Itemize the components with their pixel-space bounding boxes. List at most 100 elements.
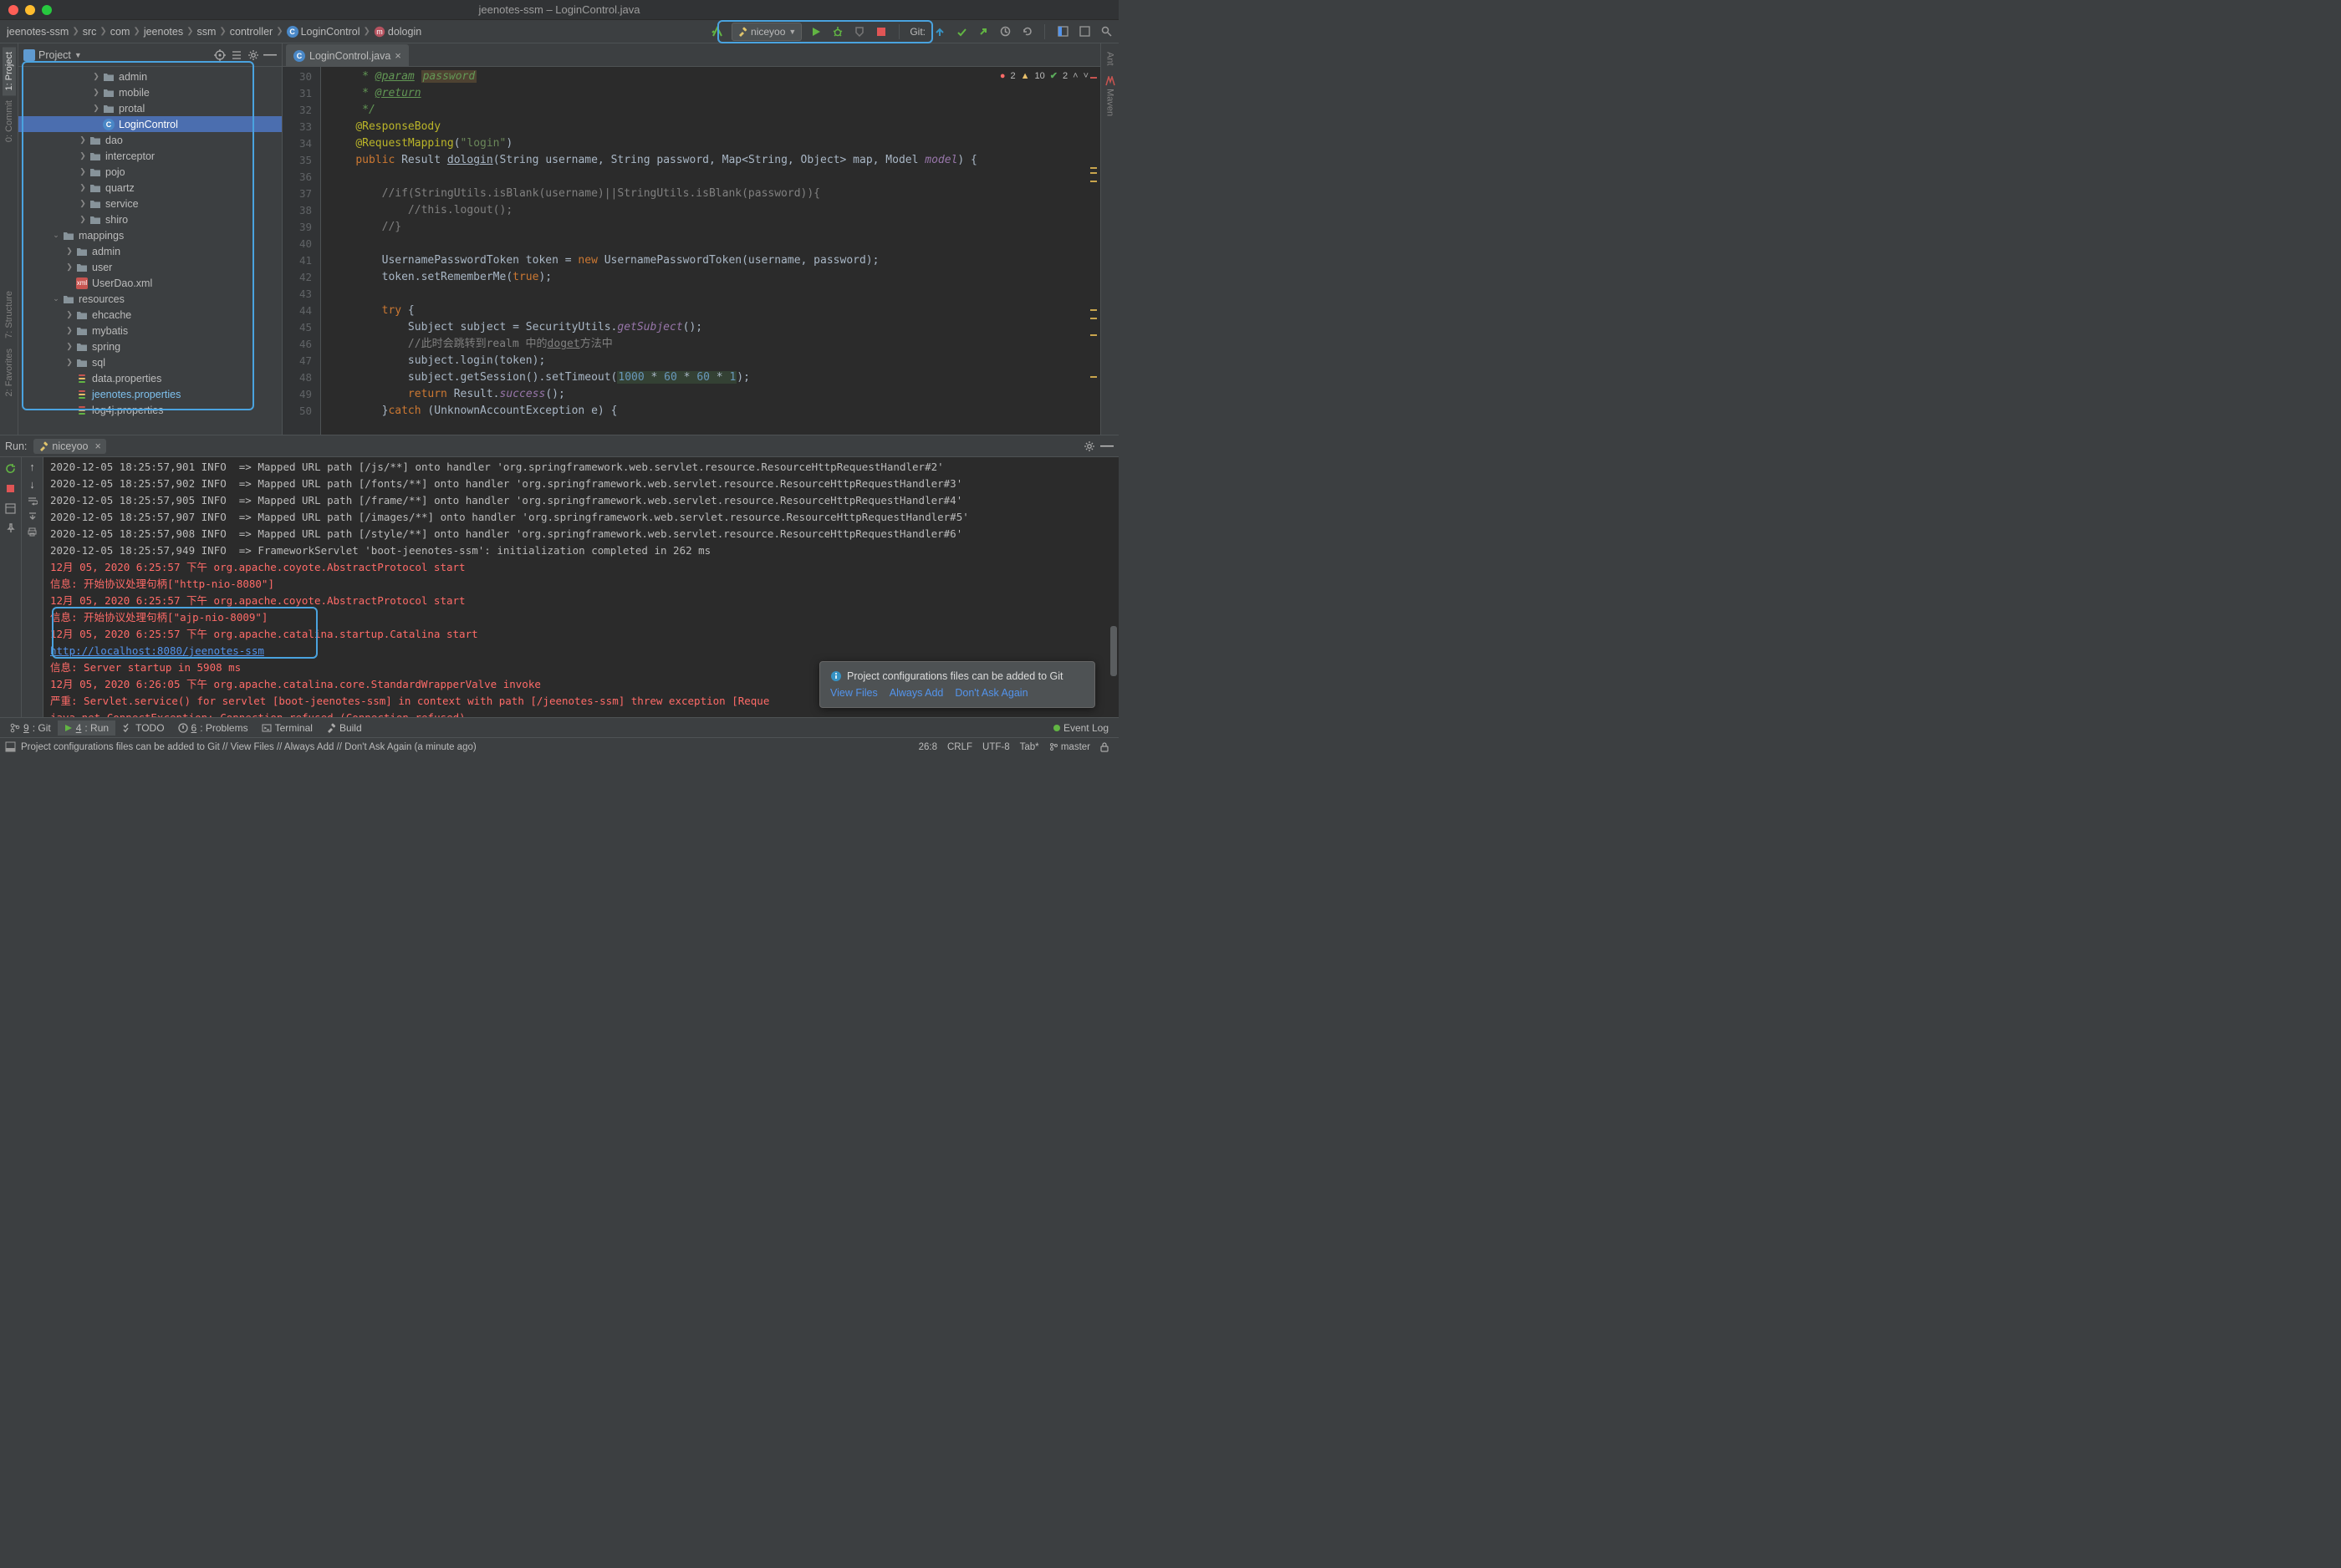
chevron-down-icon[interactable]: ▼ bbox=[74, 51, 82, 59]
right-tab-maven[interactable]: Maven bbox=[1104, 71, 1117, 121]
breadcrumb-item[interactable]: ssm bbox=[196, 26, 216, 38]
tree-arrow-icon[interactable]: ❯ bbox=[90, 104, 102, 113]
twb-build[interactable]: Build bbox=[319, 720, 369, 736]
tree-item[interactable]: ⌄resources bbox=[18, 291, 282, 307]
tree-item[interactable]: CLoginControl bbox=[18, 116, 282, 132]
breadcrumb-item[interactable]: jeenotes-ssm bbox=[7, 26, 69, 38]
tree-arrow-icon[interactable]: ❯ bbox=[77, 199, 89, 208]
warning-marker[interactable] bbox=[1090, 334, 1097, 336]
locate-icon[interactable] bbox=[213, 48, 227, 62]
soft-wrap-icon[interactable] bbox=[27, 496, 38, 507]
close-window-icon[interactable] bbox=[8, 5, 18, 15]
tree-item[interactable]: ❯dao bbox=[18, 132, 282, 148]
debug-icon[interactable] bbox=[830, 24, 845, 39]
tree-item[interactable]: ❯admin bbox=[18, 243, 282, 259]
warning-marker[interactable] bbox=[1090, 167, 1097, 169]
tree-item[interactable]: ❯mybatis bbox=[18, 323, 282, 339]
tree-item[interactable]: ❯shiro bbox=[18, 211, 282, 227]
coverage-icon[interactable] bbox=[852, 24, 867, 39]
tree-item[interactable]: ❯interceptor bbox=[18, 148, 282, 164]
tree-arrow-icon[interactable]: ❯ bbox=[90, 72, 102, 81]
project-tree[interactable]: ❯admin❯mobile❯protalCLoginControl❯dao❯in… bbox=[18, 67, 282, 435]
warning-marker[interactable] bbox=[1090, 376, 1097, 378]
up-stack-icon[interactable]: ↑ bbox=[29, 461, 35, 473]
tree-item[interactable]: ❯sql bbox=[18, 354, 282, 370]
git-update-icon[interactable] bbox=[932, 24, 947, 39]
readonly-lock-icon[interactable] bbox=[1095, 742, 1114, 752]
tree-arrow-icon[interactable]: ❯ bbox=[77, 215, 89, 224]
left-tab-commit[interactable]: 0: Commit bbox=[3, 95, 16, 147]
tree-arrow-icon[interactable]: ❯ bbox=[64, 342, 75, 351]
error-marker[interactable] bbox=[1090, 77, 1097, 79]
breadcrumb-item[interactable]: CLoginControl bbox=[287, 26, 360, 38]
breadcrumb-item[interactable]: jeenotes bbox=[144, 26, 183, 38]
warning-marker[interactable] bbox=[1090, 181, 1097, 182]
tree-item[interactable]: ❯user bbox=[18, 259, 282, 275]
file-encoding[interactable]: UTF-8 bbox=[977, 742, 1015, 752]
close-tab-icon[interactable]: × bbox=[395, 49, 401, 62]
tree-arrow-icon[interactable]: ❯ bbox=[77, 167, 89, 176]
tree-item[interactable]: jeenotes.properties bbox=[18, 386, 282, 402]
tree-arrow-icon[interactable]: ❯ bbox=[64, 262, 75, 272]
tree-arrow-icon[interactable]: ❯ bbox=[77, 183, 89, 192]
hide-run-icon[interactable]: — bbox=[1100, 439, 1114, 454]
settings-icon[interactable] bbox=[247, 48, 260, 62]
window-controls[interactable] bbox=[0, 5, 52, 15]
breadcrumb-item[interactable]: src bbox=[83, 26, 97, 38]
warning-marker[interactable] bbox=[1090, 318, 1097, 319]
editor-tab[interactable]: C LoginControl.java × bbox=[286, 44, 409, 66]
tree-item[interactable]: ❯ehcache bbox=[18, 307, 282, 323]
indent-info[interactable]: Tab* bbox=[1015, 742, 1044, 752]
stop-run-icon[interactable] bbox=[3, 481, 18, 496]
twb-event-log[interactable]: Event Log bbox=[1047, 720, 1115, 736]
tree-arrow-icon[interactable]: ❯ bbox=[77, 135, 89, 145]
tree-arrow-icon[interactable]: ❯ bbox=[64, 310, 75, 319]
editor-body[interactable]: 30 31 32 33 34 35 36 37 38 39 40 41 42 4… bbox=[283, 67, 1100, 435]
layout-settings-icon[interactable] bbox=[3, 501, 18, 516]
notification-action[interactable]: Always Add bbox=[890, 687, 944, 699]
git-branch[interactable]: master bbox=[1044, 742, 1095, 752]
print-icon[interactable] bbox=[27, 527, 38, 537]
status-message[interactable]: Project configurations files can be adde… bbox=[21, 742, 477, 752]
warning-marker[interactable] bbox=[1090, 172, 1097, 174]
tree-arrow-icon[interactable]: ❯ bbox=[64, 247, 75, 256]
console-scrollbar[interactable] bbox=[1109, 459, 1117, 715]
inspection-indicators[interactable]: ●2 ▲10 ✔2 ˄ ˅ bbox=[1000, 70, 1089, 81]
twb-run[interactable]: 4: Run bbox=[58, 720, 115, 736]
left-tab-structure[interactable]: 7: Structure bbox=[3, 286, 16, 344]
rollback-icon[interactable] bbox=[1019, 24, 1034, 39]
layout-icon[interactable] bbox=[1055, 24, 1070, 39]
tree-item[interactable]: ❯service bbox=[18, 196, 282, 211]
left-tab-favorites[interactable]: 2: Favorites bbox=[3, 344, 16, 401]
history-icon[interactable] bbox=[997, 24, 1012, 39]
breadcrumb-item[interactable]: com bbox=[110, 26, 130, 38]
hide-panel-icon[interactable]: — bbox=[263, 48, 277, 62]
twb-todo[interactable]: TODO bbox=[115, 720, 171, 736]
git-push-icon[interactable] bbox=[976, 24, 991, 39]
editor-marker-bar[interactable] bbox=[1090, 67, 1100, 435]
rerun-icon[interactable] bbox=[3, 461, 18, 476]
twb-problems[interactable]: 6: Problems bbox=[171, 720, 255, 736]
line-separator[interactable]: CRLF bbox=[942, 742, 977, 752]
run-config-selector[interactable]: niceyoo ▼ bbox=[732, 23, 802, 41]
collapse-all-icon[interactable] bbox=[230, 48, 243, 62]
code-area[interactable]: * @param password * @return */ @Response… bbox=[321, 67, 1100, 435]
breadcrumbs[interactable]: jeenotes-ssm❯src❯com❯jeenotes❯ssm❯contro… bbox=[7, 26, 421, 38]
tree-item[interactable]: ❯protal bbox=[18, 100, 282, 116]
breadcrumb-item[interactable]: mdologin bbox=[374, 26, 421, 38]
git-commit-icon[interactable] bbox=[954, 24, 969, 39]
tree-item[interactable]: xmlUserDao.xml bbox=[18, 275, 282, 291]
tree-arrow-icon[interactable]: ⌄ bbox=[50, 294, 62, 303]
tree-arrow-icon[interactable]: ❯ bbox=[64, 358, 75, 367]
search-everywhere-icon[interactable] bbox=[1099, 24, 1114, 39]
twb-git[interactable]: 9: Git bbox=[3, 720, 58, 736]
maximize-window-icon[interactable] bbox=[42, 5, 52, 15]
close-run-tab-icon[interactable]: × bbox=[95, 440, 101, 452]
run-settings-icon[interactable] bbox=[1084, 440, 1095, 452]
tree-item[interactable]: ❯spring bbox=[18, 339, 282, 354]
tree-item[interactable]: ❯admin bbox=[18, 69, 282, 84]
left-tab-project[interactable]: 1: Project bbox=[3, 47, 16, 95]
notification-action[interactable]: Don't Ask Again bbox=[955, 687, 1028, 699]
tree-item[interactable]: data.properties bbox=[18, 370, 282, 386]
tree-item[interactable]: ❯pojo bbox=[18, 164, 282, 180]
